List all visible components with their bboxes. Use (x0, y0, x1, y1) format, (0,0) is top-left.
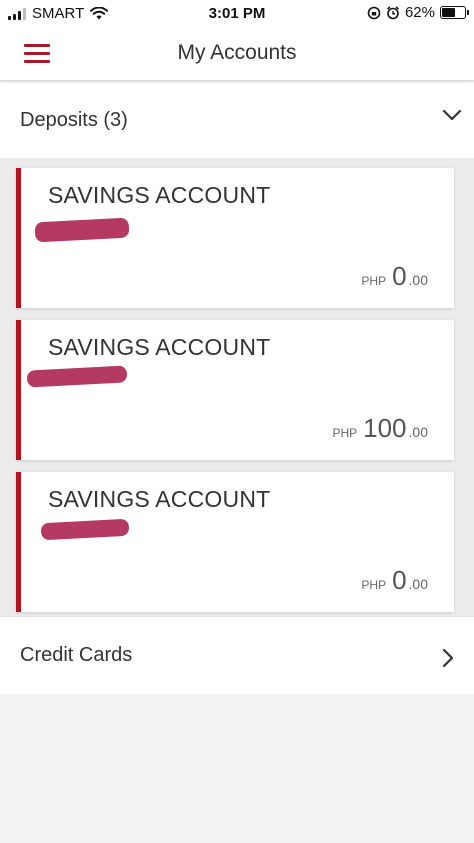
nav-bar: My Accounts (0, 28, 474, 80)
deposit-accounts-list: SAVINGS ACCOUNT PHP 0 .00 SAVINGS ACCOUN… (0, 158, 474, 616)
deposits-section-header[interactable]: Deposits (3) (0, 82, 474, 158)
redacted-account-number (34, 217, 130, 243)
account-title: SAVINGS ACCOUNT (48, 486, 271, 512)
currency-label: PHP (332, 426, 358, 440)
empty-content-area (0, 694, 474, 843)
balance-decimals: .00 (408, 576, 428, 592)
battery-percent: 62% (404, 4, 435, 21)
battery-icon (440, 6, 469, 19)
balance-amount: 100 (363, 413, 407, 443)
account-card[interactable]: SAVINGS ACCOUNT PHP 0 .00 (16, 472, 454, 612)
battery-fill (442, 8, 456, 17)
chevron-right-icon (442, 648, 458, 668)
status-bar: SMART 3:01 PM 62% (0, 0, 474, 28)
balance-decimals: .00 (408, 272, 428, 288)
account-card[interactable]: SAVINGS ACCOUNT PHP 100 .00 (16, 320, 454, 460)
credit-cards-section-header[interactable]: Credit Cards (0, 616, 474, 694)
deposits-label: Deposits (3) (20, 109, 128, 131)
account-title: SAVINGS ACCOUNT (48, 182, 271, 208)
redacted-account-number (40, 518, 130, 541)
balance-decimals: .00 (408, 424, 428, 440)
chevron-down-icon (442, 109, 462, 125)
alarm-icon (386, 5, 399, 19)
account-title: SAVINGS ACCOUNT (48, 334, 271, 360)
page-title: My Accounts (177, 41, 297, 64)
account-balance: PHP 0 .00 (361, 261, 428, 292)
status-right: 62% (367, 4, 469, 21)
lock-rotation-icon (367, 6, 381, 19)
balance-amount: 0 (392, 261, 407, 291)
account-balance: PHP 100 .00 (332, 413, 428, 444)
credit-cards-label: Credit Cards (20, 644, 133, 666)
currency-label: PHP (361, 274, 387, 288)
account-balance: PHP 0 .00 (361, 565, 428, 596)
account-card[interactable]: SAVINGS ACCOUNT PHP 0 .00 (16, 168, 454, 308)
redacted-account-number (26, 365, 128, 388)
balance-amount: 0 (392, 565, 407, 595)
currency-label: PHP (361, 578, 387, 592)
